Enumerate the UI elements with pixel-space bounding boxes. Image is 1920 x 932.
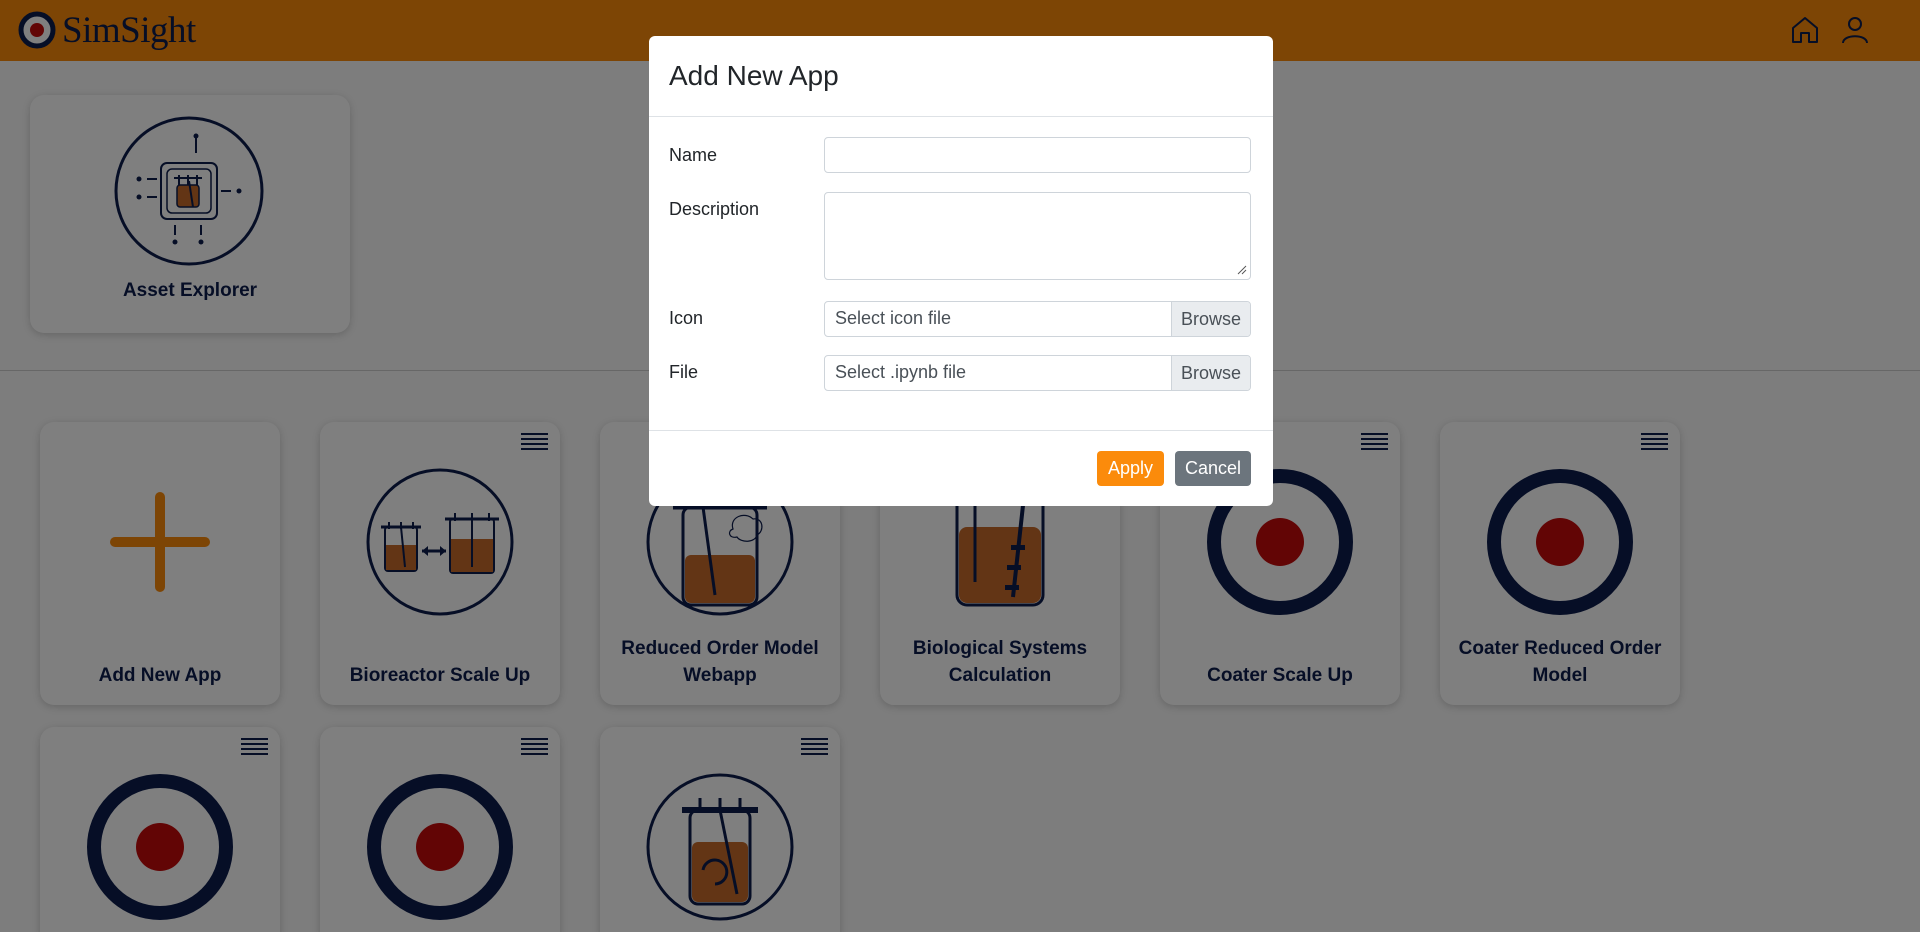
icon-file-input[interactable]: Select icon file Browse [824, 301, 1251, 337]
add-new-app-modal: Add New App Name Description Icon Select… [649, 36, 1273, 506]
name-input[interactable] [824, 137, 1251, 173]
icon-browse-button[interactable]: Browse [1171, 302, 1250, 336]
resize-grip-icon[interactable] [1237, 265, 1247, 275]
description-label: Description [669, 199, 760, 219]
icon-label: Icon [669, 308, 704, 328]
modal-footer: Apply Cancel [649, 430, 1273, 506]
name-label: Name [669, 145, 718, 165]
notebook-file-placeholder: Select .ipynb file [835, 362, 967, 382]
icon-file-placeholder: Select icon file [835, 308, 952, 328]
apply-button[interactable]: Apply [1097, 451, 1164, 486]
description-textarea[interactable] [824, 192, 1251, 280]
modal-header: Add New App [649, 36, 1273, 117]
notebook-file-input[interactable]: Select .ipynb file Browse [824, 355, 1251, 391]
notebook-browse-button[interactable]: Browse [1171, 356, 1250, 390]
cancel-button[interactable]: Cancel [1175, 451, 1251, 486]
modal-title: Add New App [669, 60, 839, 91]
file-label: File [669, 362, 699, 382]
